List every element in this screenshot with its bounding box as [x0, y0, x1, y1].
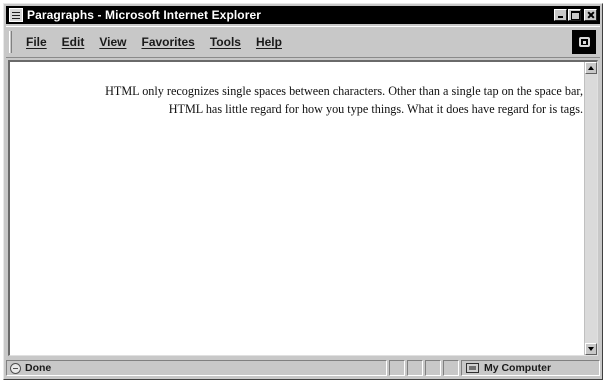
scroll-down-button[interactable] — [585, 343, 597, 355]
menu-view[interactable]: View — [99, 35, 126, 49]
status-panel-main: Done — [6, 360, 388, 376]
status-bar: Done My Computer — [6, 359, 601, 377]
throbber-glyph — [578, 37, 590, 47]
title-bar[interactable]: Paragraphs - Microsoft Internet Explorer — [6, 6, 600, 24]
vertical-scrollbar[interactable] — [584, 62, 597, 355]
security-zone-panel[interactable]: My Computer — [460, 360, 601, 376]
page-content: HTML only recognizes single spaces betwe… — [8, 60, 598, 356]
status-panel-3 — [425, 360, 442, 376]
close-button[interactable] — [584, 9, 597, 21]
menu-bar: File Edit View Favorites Tools Help — [6, 26, 600, 58]
status-panel-1 — [389, 360, 406, 376]
scroll-up-button[interactable] — [585, 62, 597, 74]
my-computer-icon — [465, 363, 479, 373]
menu-edit[interactable]: Edit — [62, 35, 85, 49]
menu-tools[interactable]: Tools — [210, 35, 241, 49]
window-title: Paragraphs - Microsoft Internet Explorer — [27, 8, 262, 22]
menu-file[interactable]: File — [26, 35, 47, 49]
zone-text: My Computer — [483, 362, 552, 374]
status-panel-2 — [407, 360, 424, 376]
window-controls — [554, 9, 597, 21]
toolbar-grip[interactable] — [9, 31, 12, 53]
minimize-button[interactable] — [554, 9, 567, 21]
maximize-button[interactable] — [568, 9, 581, 21]
page-paragraph: HTML only recognizes single spaces betwe… — [105, 84, 583, 116]
browser-window: Paragraphs - Microsoft Internet Explorer… — [3, 3, 603, 380]
menu-help[interactable]: Help — [256, 35, 282, 49]
menu-favorites[interactable]: Favorites — [141, 35, 194, 49]
status-text: Done — [25, 362, 52, 374]
page-done-icon — [10, 362, 21, 374]
ie-page-icon[interactable] — [9, 8, 23, 22]
status-panel-4 — [443, 360, 459, 376]
windows-logo-icon — [572, 30, 596, 54]
